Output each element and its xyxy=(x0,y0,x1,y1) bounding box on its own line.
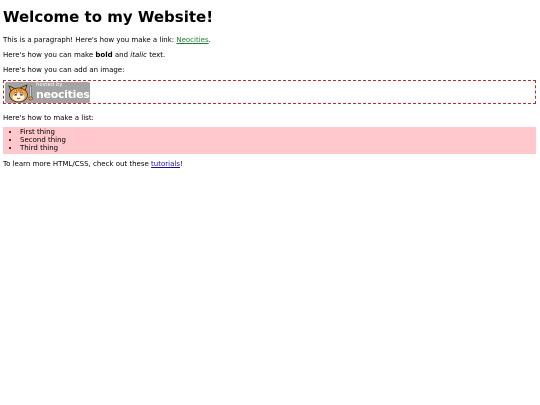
badge-neocities: neocities xyxy=(36,88,90,101)
hosted-by-neocities-badge[interactable]: hosted by neocities xyxy=(5,82,90,103)
page-content: Welcome to my Website! This is a paragra… xyxy=(3,8,536,169)
bold-text: bold xyxy=(95,51,113,59)
format-text-middle: and xyxy=(112,51,131,59)
intro-end: . xyxy=(208,36,211,44)
image-container: hosted by neocities xyxy=(3,80,536,104)
footer-paragraph: To learn more HTML/CSS, check out these … xyxy=(3,159,536,169)
tutorials-link[interactable]: tutorials xyxy=(151,160,180,168)
intro-paragraph: This is a paragraph! Here's how you make… xyxy=(3,35,536,45)
list-item: Second thing xyxy=(20,136,536,144)
neocities-link[interactable]: Neocities xyxy=(176,36,208,44)
footer-end: ! xyxy=(179,160,183,168)
list-container: First thing Second thing Third thing xyxy=(3,127,536,154)
list-intro-paragraph: Here's how to make a list: xyxy=(3,114,94,122)
format-text-end: text. xyxy=(146,51,166,59)
neocities-cat-logo-icon xyxy=(8,84,33,103)
image-intro-paragraph: Here's how you can add an image: xyxy=(3,66,125,74)
footer-text: To learn more HTML/CSS, check out these xyxy=(3,160,152,168)
intro-text: This is a paragraph! Here's how you make… xyxy=(3,36,177,44)
list-item: First thing xyxy=(20,128,536,136)
bullet-list: First thing Second thing Third thing xyxy=(3,128,536,152)
format-paragraph: Here's how you can make bold and italic … xyxy=(3,50,536,60)
list-item: Third thing xyxy=(20,144,536,152)
page-title: Welcome to my Website! xyxy=(3,8,214,26)
italic-text: italic xyxy=(130,51,147,59)
format-text-start: Here's how you can make xyxy=(3,51,96,59)
badge-text: hosted by neocities xyxy=(36,83,90,101)
